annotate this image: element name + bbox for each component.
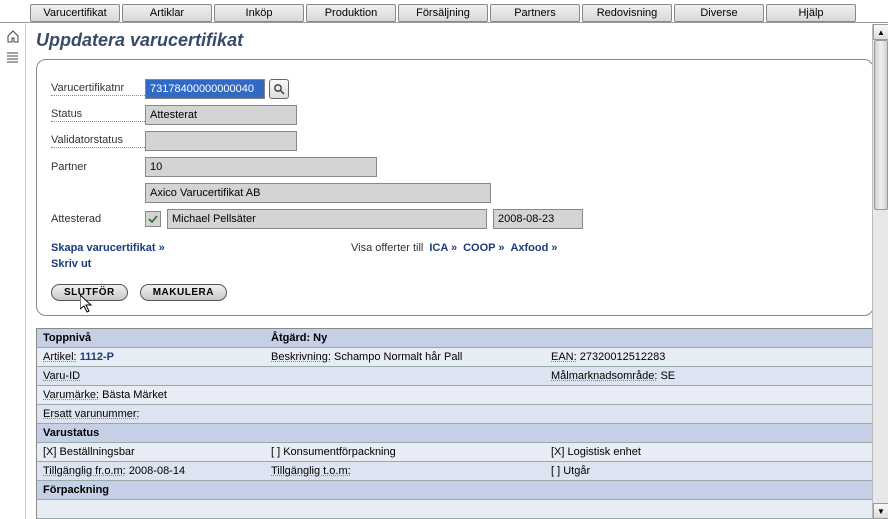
attest-date-field: 2008-08-23 — [493, 209, 583, 229]
axfood-link[interactable]: Axfood » — [510, 242, 557, 254]
status-label: Status — [51, 108, 145, 122]
partner-label: Partner — [51, 161, 145, 173]
ean-value: 27320012512283 — [580, 351, 666, 363]
consumer-checkbox: [ ] Konsumentförpackning — [265, 443, 545, 461]
scroll-up-button[interactable]: ▲ — [873, 24, 888, 40]
attest-person-field: Michael Pellsäter — [167, 209, 487, 229]
expires-checkbox: [ ] Utgår — [545, 462, 873, 480]
attest-checkbox[interactable] — [145, 211, 161, 227]
menu-hjalp[interactable]: Hjälp — [766, 4, 856, 22]
menu-artiklar[interactable]: Artiklar — [122, 4, 212, 22]
varuid-label: Varu-ID — [43, 370, 80, 382]
order-checkbox: [X] Beställningsbar — [37, 443, 265, 461]
detail-head-right: Åtgärd: Ny — [271, 332, 551, 344]
attest-label: Attesterad — [51, 213, 145, 225]
cert-label: Varucertifikatnr — [51, 82, 145, 96]
brand-label: Varumärke: — [43, 389, 99, 401]
menu-produktion[interactable]: Produktion — [306, 4, 396, 22]
valstatus-label: Validatorstatus — [51, 134, 145, 148]
list-icon[interactable] — [3, 48, 23, 66]
print-link[interactable]: Skriv ut — [51, 258, 351, 270]
status-field: Attesterat — [145, 105, 297, 125]
avail-from-label: Tillgänglig fr.o.m: — [43, 465, 126, 477]
vertical-scrollbar[interactable]: ▲ ▼ — [872, 24, 888, 519]
create-cert-link[interactable]: Skapa varucertifikat » — [51, 242, 351, 254]
logistic-checkbox: [X] Logistisk enhet — [545, 443, 873, 461]
varustatus-section: Varustatus — [37, 424, 873, 443]
scroll-down-button[interactable]: ▼ — [873, 503, 888, 519]
show-offers-label: Visa offerter till — [351, 242, 423, 254]
avail-to-label: Tillgänglig t.o.m: — [271, 465, 351, 477]
finish-button[interactable]: SLUTFÖR — [51, 284, 128, 301]
artikel-label: Artikel: — [43, 351, 77, 363]
market-label: Målmarknadsområde: — [551, 370, 657, 382]
partner-id-field[interactable]: 10 — [145, 157, 377, 177]
menu-varucertifikat[interactable]: Varucertifikat — [30, 4, 120, 22]
main-content: Uppdatera varucertifikat Varucertifikatn… — [26, 24, 884, 519]
beskr-value: Schampo Normalt hår Pall — [334, 351, 462, 363]
detail-table: Toppnivå Åtgärd: Ny Artikel: 1112-P Besk… — [36, 328, 874, 519]
menu-redovisning[interactable]: Redovisning — [582, 4, 672, 22]
coop-link[interactable]: COOP » — [463, 242, 504, 254]
beskr-label: Beskrivning: — [271, 351, 331, 363]
market-value: SE — [660, 370, 675, 382]
home-icon[interactable] — [3, 27, 23, 45]
form-panel: Varucertifikatnr 73178400000000040 Statu… — [36, 59, 874, 316]
top-menu: Varucertifikat Artiklar Inköp Produktion… — [0, 0, 888, 23]
replace-label: Ersatt varunummer: — [43, 408, 140, 420]
menu-partners[interactable]: Partners — [490, 4, 580, 22]
avail-from-value: 2008-08-14 — [129, 465, 185, 477]
forpack-section: Förpackning — [37, 481, 873, 500]
valstatus-field — [145, 131, 297, 151]
menu-inkop[interactable]: Inköp — [214, 4, 304, 22]
scroll-thumb[interactable] — [874, 40, 888, 210]
check-icon — [148, 214, 158, 224]
brand-value: Bästa Märket — [102, 389, 167, 401]
menu-forsaljning[interactable]: Försäljning — [398, 4, 488, 22]
page-title: Uppdatera varucertifikat — [36, 30, 874, 51]
ean-label: EAN: — [551, 351, 577, 363]
search-button[interactable] — [269, 79, 289, 99]
partner-name-field: Axico Varucertifikat AB — [145, 183, 491, 203]
detail-head-left: Toppnivå — [43, 332, 271, 344]
menu-diverse[interactable]: Diverse — [674, 4, 764, 22]
cancel-button[interactable]: MAKULERA — [140, 284, 227, 301]
search-icon — [273, 83, 285, 95]
ica-link[interactable]: ICA » — [429, 242, 457, 254]
left-toolbar — [0, 24, 26, 519]
artikel-link[interactable]: 1112-P — [80, 351, 114, 363]
cert-field[interactable]: 73178400000000040 — [145, 79, 265, 99]
